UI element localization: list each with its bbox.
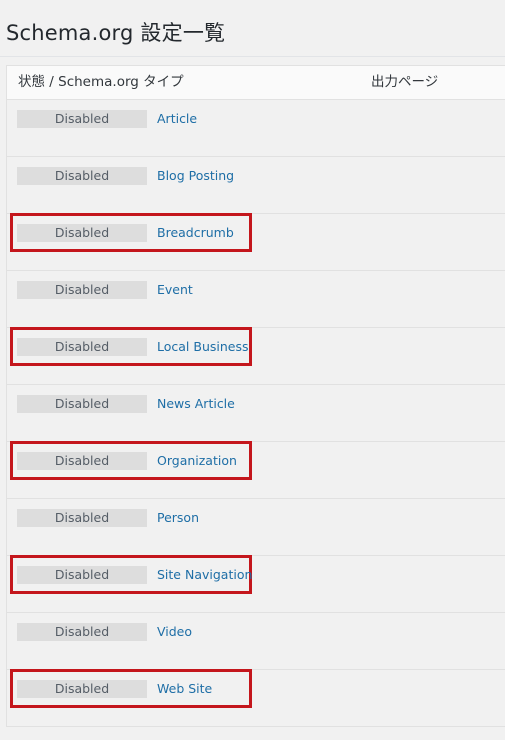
status-badge: Disabled bbox=[17, 110, 147, 128]
schema-type-link-news-article[interactable]: News Article bbox=[157, 395, 235, 413]
schema-type-link-web-site[interactable]: Web Site bbox=[157, 680, 212, 698]
status-badge: Disabled bbox=[17, 395, 147, 413]
table-row: Disabled Blog Posting bbox=[7, 157, 505, 214]
status-badge: Disabled bbox=[17, 338, 147, 356]
table-row: Disabled Person bbox=[7, 499, 505, 556]
table-row: Disabled Breadcrumb bbox=[7, 213, 505, 271]
header-status-type: 状態 / Schema.org タイプ bbox=[18, 74, 184, 90]
schema-type-link-breadcrumb[interactable]: Breadcrumb bbox=[157, 224, 234, 242]
schema-type-link-site-navigation[interactable]: Site Navigation bbox=[157, 566, 252, 584]
header-output-page: 出力ページ bbox=[371, 74, 439, 90]
table-row: Disabled Site Navigation bbox=[7, 555, 505, 613]
table-row: Disabled Video bbox=[7, 613, 505, 670]
status-badge: Disabled bbox=[17, 281, 147, 299]
status-badge: Disabled bbox=[17, 224, 147, 242]
table-row: Disabled Local Business bbox=[7, 327, 505, 385]
schema-type-link-event[interactable]: Event bbox=[157, 281, 193, 299]
status-badge: Disabled bbox=[17, 167, 147, 185]
status-badge: Disabled bbox=[17, 509, 147, 527]
schema-type-link-person[interactable]: Person bbox=[157, 509, 199, 527]
schema-type-link-video[interactable]: Video bbox=[157, 623, 192, 641]
table-row: Disabled News Article bbox=[7, 385, 505, 442]
status-badge: Disabled bbox=[17, 566, 147, 584]
table-row: Disabled Article bbox=[7, 100, 505, 157]
status-badge: Disabled bbox=[17, 680, 147, 698]
table-row: Disabled Web Site bbox=[7, 669, 505, 727]
schema-type-link-local-business[interactable]: Local Business bbox=[157, 338, 249, 356]
table-row: Disabled Organization bbox=[7, 441, 505, 499]
status-badge: Disabled bbox=[17, 452, 147, 470]
schema-settings-table: 状態 / Schema.org タイプ 出力ページ Disabled Artic… bbox=[6, 65, 505, 727]
schema-type-link-article[interactable]: Article bbox=[157, 110, 197, 128]
table-row: Disabled Event bbox=[7, 271, 505, 328]
table-header: 状態 / Schema.org タイプ 出力ページ bbox=[7, 66, 505, 100]
title-divider bbox=[0, 56, 505, 57]
schema-type-link-blog-posting[interactable]: Blog Posting bbox=[157, 167, 234, 185]
status-badge: Disabled bbox=[17, 623, 147, 641]
page-title: Schema.org 設定一覧 bbox=[6, 21, 226, 45]
schema-type-link-organization[interactable]: Organization bbox=[157, 452, 237, 470]
